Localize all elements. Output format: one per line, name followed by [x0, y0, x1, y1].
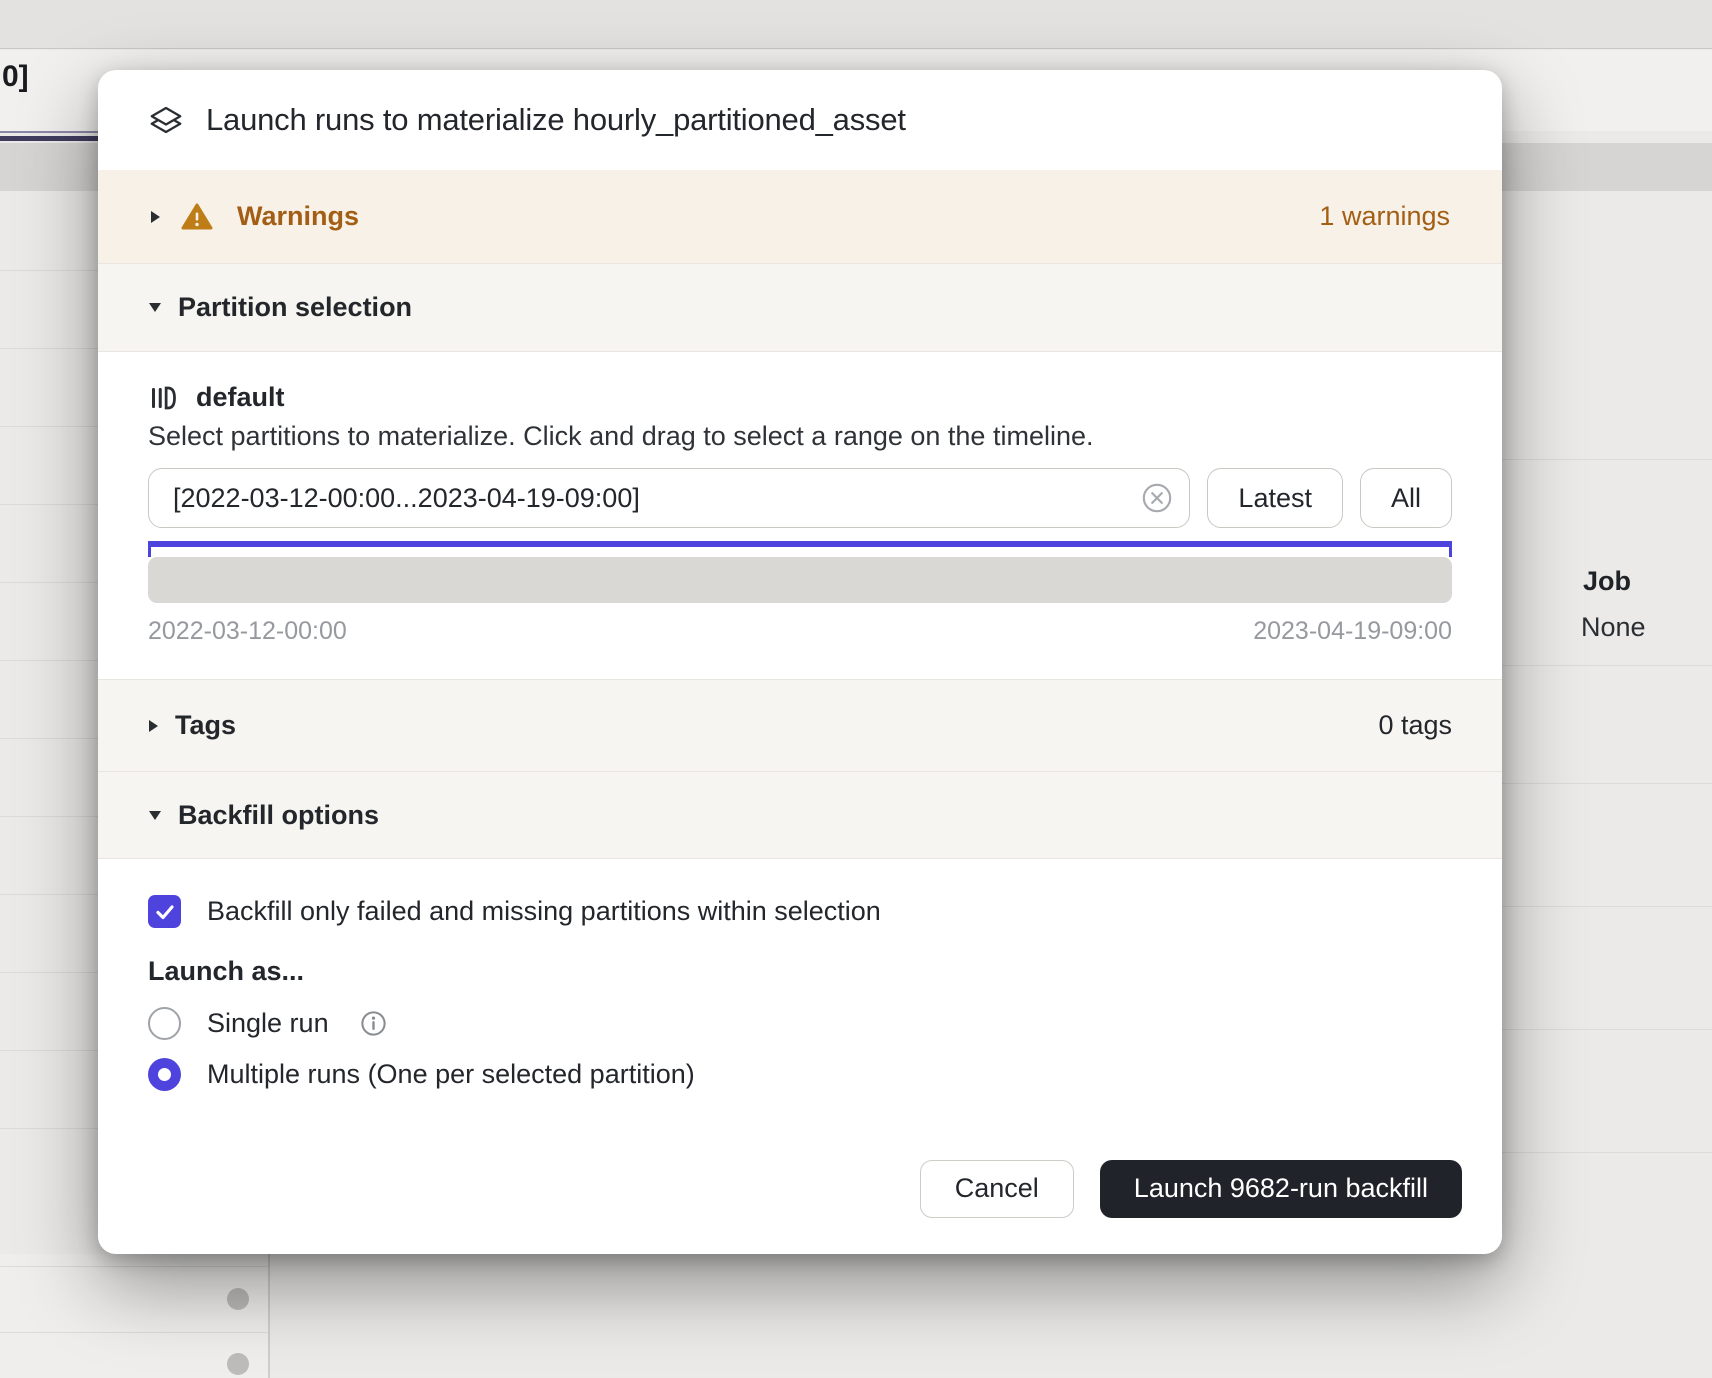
dialog-footer: Cancel Launch 9682-run backfill [98, 1129, 1502, 1254]
chevron-right-icon [148, 719, 159, 733]
background-row-divider [1502, 906, 1712, 907]
partition-selection-label: Partition selection [178, 292, 412, 323]
partition-range-input[interactable] [148, 468, 1190, 528]
partition-selection-body: default Select partitions to materialize… [98, 352, 1502, 679]
background-row-divider [0, 1128, 98, 1129]
background-row-divider [0, 426, 98, 427]
partition-dimension-row: default [148, 382, 1452, 413]
checkbox-label: Backfill only failed and missing partiti… [207, 896, 881, 927]
job-column-header: Job [1583, 566, 1631, 597]
warnings-count: 1 warnings [1319, 201, 1450, 232]
chevron-down-icon [148, 302, 162, 313]
background-row-divider [0, 1050, 98, 1051]
background-row-divider [0, 348, 98, 349]
partition-set-icon [148, 383, 178, 413]
backfill-options-body: Backfill only failed and missing partiti… [98, 859, 1502, 1129]
status-dot-icon [227, 1353, 249, 1375]
latest-button[interactable]: Latest [1207, 468, 1343, 528]
partition-selection-section-header[interactable]: Partition selection [98, 263, 1502, 352]
tags-label: Tags [175, 710, 236, 741]
warnings-section-header[interactable]: Warnings 1 warnings [98, 170, 1502, 263]
backfill-options-label: Backfill options [178, 800, 379, 831]
background-tab-underline-light [0, 131, 98, 133]
background-row-divider [0, 270, 98, 271]
background-left-panel [0, 1254, 270, 1378]
background-row-divider [0, 972, 98, 973]
missing-failed-checkbox-row[interactable]: Backfill only failed and missing partiti… [148, 895, 1452, 928]
background-row-divider [0, 582, 98, 583]
dialog-title: Launch runs to materialize hourly_partit… [206, 102, 906, 138]
partition-dimension-name: default [196, 382, 285, 413]
tags-section-header[interactable]: Tags 0 tags [98, 679, 1502, 772]
materialize-layers-icon [148, 102, 184, 138]
radio-checked-icon[interactable] [148, 1058, 181, 1091]
background-row-divider [1502, 1029, 1712, 1030]
background-tab-underline [0, 136, 98, 141]
dialog-header: Launch runs to materialize hourly_partit… [98, 70, 1502, 170]
background-row-divider [0, 504, 98, 505]
background-row-divider [1502, 665, 1712, 666]
launch-backfill-button[interactable]: Launch 9682-run backfill [1100, 1160, 1462, 1218]
single-run-label: Single run [207, 1008, 329, 1039]
multiple-runs-radio-row[interactable]: Multiple runs (One per selected partitio… [148, 1058, 1452, 1091]
background-row-divider [1502, 459, 1712, 460]
background-toolbar [0, 0, 1712, 49]
chevron-down-icon [148, 810, 162, 821]
timeline-end-label: 2023-04-19-09:00 [1253, 617, 1452, 646]
tags-count: 0 tags [1378, 710, 1452, 741]
circle-x-icon [1140, 481, 1174, 515]
timeline-start-label: 2022-03-12-00:00 [148, 617, 347, 646]
checkbox-checked-icon[interactable] [148, 895, 181, 928]
background-row-divider [0, 894, 98, 895]
status-dot-icon [227, 1288, 249, 1310]
backfill-options-section-header[interactable]: Backfill options [98, 772, 1502, 859]
background-row-divider [0, 1266, 268, 1267]
info-icon[interactable] [359, 1009, 388, 1038]
partition-instructions: Select partitions to materialize. Click … [148, 421, 1452, 452]
background-row-divider [0, 1332, 268, 1333]
single-run-radio-row[interactable]: Single run [148, 1007, 1452, 1040]
clear-selection-button[interactable] [1140, 481, 1174, 515]
job-column-value: None [1581, 612, 1646, 643]
launch-backfill-dialog: Launch runs to materialize hourly_partit… [98, 70, 1502, 1254]
background-row-divider [1502, 783, 1712, 784]
warnings-label: Warnings [237, 201, 359, 232]
selected-range-indicator [148, 541, 1452, 547]
background-clipped-text: 0] [2, 60, 29, 94]
launch-as-label: Launch as... [148, 956, 1452, 987]
background-row-divider [0, 660, 98, 661]
chevron-right-icon [150, 210, 161, 224]
all-button[interactable]: All [1360, 468, 1452, 528]
cancel-button[interactable]: Cancel [920, 1160, 1074, 1218]
background-row-divider [1502, 1152, 1712, 1153]
partition-range-row: Latest All [148, 468, 1452, 528]
background-row-divider [0, 738, 98, 739]
warning-triangle-icon [181, 202, 213, 231]
radio-unchecked-icon[interactable] [148, 1007, 181, 1040]
partition-range-input-wrap [148, 468, 1190, 528]
timeline-labels: 2022-03-12-00:00 2023-04-19-09:00 [148, 617, 1452, 646]
multiple-runs-label: Multiple runs (One per selected partitio… [207, 1059, 695, 1090]
background-row-divider [0, 816, 98, 817]
partition-timeline[interactable] [148, 557, 1452, 603]
